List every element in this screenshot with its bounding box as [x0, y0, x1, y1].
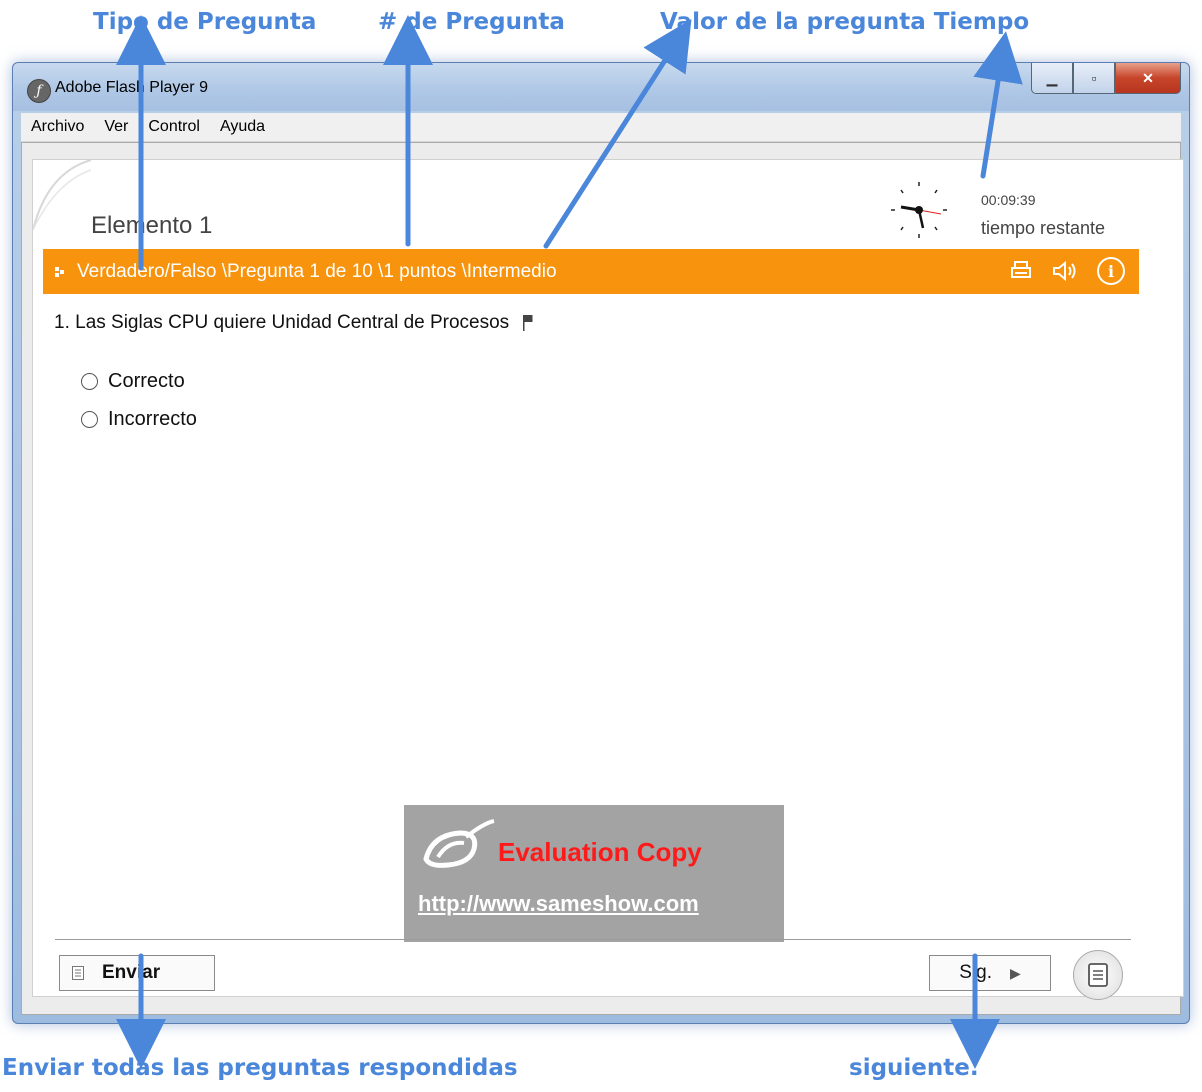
client-area: Elemento 1 00:09:39 tiempo restante Verd… — [21, 142, 1184, 1015]
window-title: Adobe Flash Player 9 — [55, 79, 208, 96]
question-info-text: Verdadero/Falso \Pregunta 1 de 10 \1 pun… — [77, 260, 557, 282]
radio-button[interactable] — [81, 411, 98, 428]
send-label: Enviar — [102, 962, 161, 983]
print-icon[interactable] — [1009, 259, 1033, 283]
option-label: Incorrecto — [108, 408, 197, 430]
option-label: Correcto — [108, 370, 185, 392]
annotation-question-number: # de Pregunta — [378, 9, 565, 35]
speaker-icon[interactable] — [1051, 259, 1079, 283]
send-button[interactable]: Enviar — [59, 955, 215, 991]
timer-label: tiempo restante — [981, 218, 1106, 238]
maximize-icon[interactable]: ▫ — [1073, 63, 1115, 94]
info-icon[interactable]: i — [1097, 257, 1125, 285]
next-button[interactable]: Sig. ▶ — [929, 955, 1051, 991]
notes-icon — [1088, 963, 1108, 987]
document-icon — [72, 966, 84, 980]
radio-button[interactable] — [81, 373, 98, 390]
app-window: ƒ Adobe Flash Player 9 ▁ ▫ ✕ Archivo Ver… — [12, 62, 1190, 1024]
evaluation-watermark: Evaluation Copy http://www.sameshow.com — [404, 805, 784, 942]
menu-ver[interactable]: Ver — [94, 118, 138, 136]
menu-archivo[interactable]: Archivo — [21, 118, 94, 136]
element-title: Elemento 1 — [91, 212, 213, 239]
option-correcto[interactable]: Correcto — [81, 370, 185, 393]
menu-ayuda[interactable]: Ayuda — [210, 118, 275, 136]
annotation-next: siguiente. — [849, 1055, 979, 1081]
flash-player-icon: ƒ — [27, 79, 51, 103]
timer-value: 00:09:39 — [981, 192, 1036, 208]
close-icon[interactable]: ✕ — [1115, 63, 1181, 94]
quiz-panel: Elemento 1 00:09:39 tiempo restante Verd… — [32, 159, 1184, 1000]
watermark-url[interactable]: http://www.sameshow.com — [418, 891, 699, 917]
annotation-send-all: Enviar todas las preguntas respondidas — [2, 1055, 518, 1081]
question-bar-icons: i — [1009, 257, 1125, 285]
play-icon: ▶ — [1009, 964, 1021, 981]
menu-bar: Archivo Ver Control Ayuda — [21, 113, 1181, 142]
question-text: 1. Las Siglas CPU quiere Unidad Central … — [54, 312, 510, 333]
page-curl-decoration — [33, 160, 92, 230]
sameshow-logo-icon — [423, 819, 495, 868]
summary-button[interactable] — [1073, 950, 1123, 1000]
watermark-title: Evaluation Copy — [498, 837, 702, 867]
bullet-icon — [55, 266, 64, 277]
minimize-icon[interactable]: ▁ — [1031, 63, 1073, 94]
window-controls: ▁ ▫ ✕ — [1031, 63, 1181, 97]
question-info-bar: Verdadero/Falso \Pregunta 1 de 10 \1 pun… — [43, 249, 1139, 294]
annotation-question-type: Tipo de Pregunta — [93, 9, 317, 35]
footer-divider — [55, 939, 1131, 940]
option-incorrecto[interactable]: Incorrecto — [81, 408, 197, 431]
clock-icon — [891, 182, 947, 238]
title-bar[interactable]: ƒ Adobe Flash Player 9 ▁ ▫ ✕ — [13, 63, 1189, 111]
menu-control[interactable]: Control — [138, 118, 210, 136]
flag-icon[interactable] — [523, 315, 533, 331]
annotation-value-time: Valor de la pregunta Tiempo — [660, 9, 1030, 35]
question-text-row: 1. Las Siglas CPU quiere Unidad Central … — [54, 312, 533, 334]
next-label: Sig. — [959, 962, 992, 983]
